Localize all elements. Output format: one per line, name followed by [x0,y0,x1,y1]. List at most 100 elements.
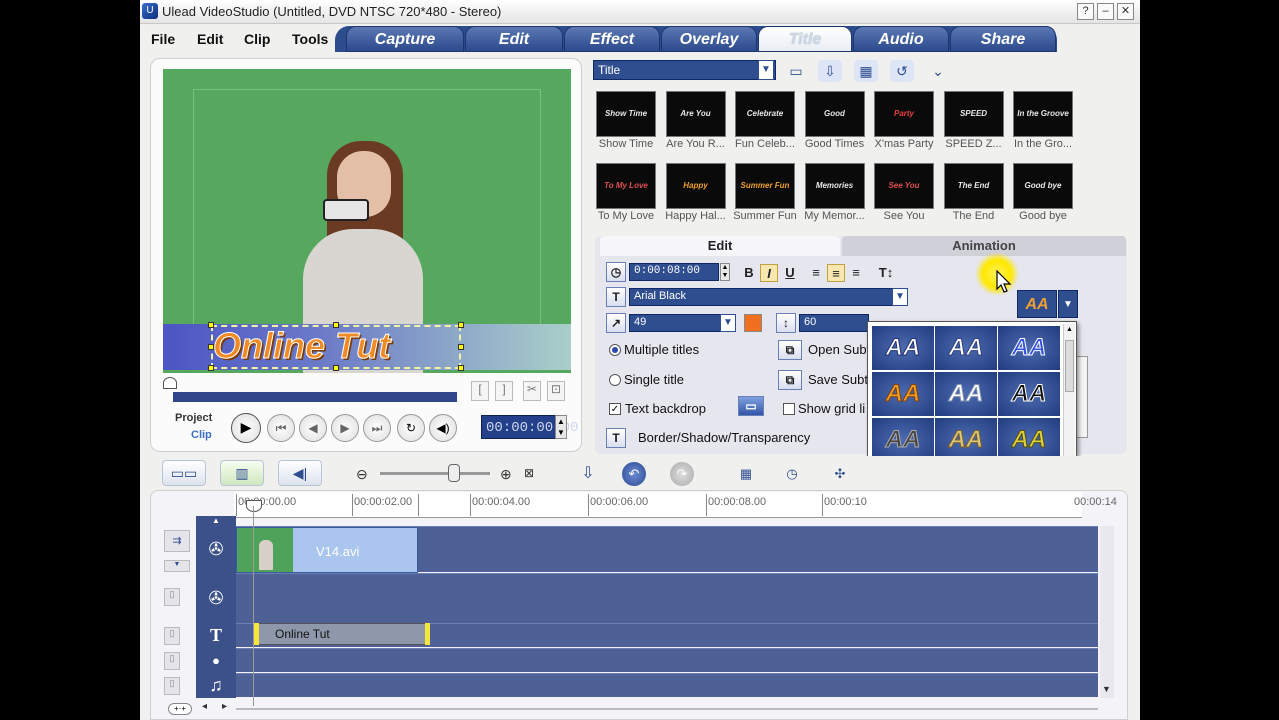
clip-trim-handle-left[interactable] [254,623,259,645]
title-preset-button[interactable]: AA [1017,290,1057,318]
italic-button[interactable]: I [760,264,778,282]
timeline-view-button[interactable]: ▥ [220,460,264,486]
voice-track[interactable] [196,648,1098,672]
step-audio[interactable]: Audio [853,26,949,52]
project-mode-label[interactable]: Project [175,412,212,424]
menu-file[interactable]: File [151,31,175,47]
title-thumbnail[interactable]: Are You Ready? [665,91,726,137]
scroll-up-icon[interactable]: ▲ [1065,326,1074,336]
undo-icon[interactable]: ↶ [622,462,646,486]
scroll-left-icon[interactable]: ◂ [202,701,207,712]
open-subtitle-icon[interactable]: ⧉ [778,340,802,360]
expand-library-icon[interactable]: ⌄ [926,60,950,82]
title-thumbnail[interactable]: Show Time [596,91,656,137]
line-spacing-select[interactable]: 60 [799,314,869,332]
title-selection-box[interactable] [211,325,461,369]
scroll-down-icon[interactable]: ▼ [1102,684,1111,694]
step-share[interactable]: Share [950,26,1056,52]
open-subtitle-label[interactable]: Open Subt [808,342,870,357]
zoom-slider-track[interactable] [380,472,490,475]
scrub-bar[interactable] [173,392,457,402]
playhead-marker[interactable] [246,500,262,512]
overlay-track[interactable] [196,573,1098,623]
scrub-start-marker[interactable] [163,377,177,389]
clip-mode-label[interactable]: Clip [191,429,212,441]
resize-handle[interactable] [458,322,464,328]
audio-view-button[interactable]: ◀| [278,460,322,486]
bold-button[interactable]: B [740,264,758,282]
title-thumbnail[interactable]: The End [943,163,1004,209]
track-manager-icon[interactable]: ▦ [734,462,758,486]
align-left-button[interactable]: ≡ [807,264,825,282]
title-thumbnail[interactable]: Good [804,91,865,137]
step-effect[interactable]: Effect [564,26,660,52]
music-track[interactable] [196,673,1098,697]
scrollbar-thumb[interactable] [1065,340,1074,392]
play-button[interactable]: ▶ [231,413,261,443]
title-thumbnail[interactable]: Memories [804,163,865,209]
menu-clip[interactable]: Clip [244,31,270,47]
save-subtitle-label[interactable]: Save Subt [808,372,868,387]
backdrop-settings-icon[interactable]: ▭ [738,396,764,416]
multiple-titles-radio[interactable] [609,344,621,356]
tab-edit[interactable]: Edit [600,236,840,256]
save-subtitle-icon[interactable]: ⧉ [778,370,802,390]
text-backdrop-checkbox[interactable]: ✓ [609,403,621,415]
chevron-down-icon[interactable]: ▼ [720,314,736,332]
library-manager-icon[interactable]: ▦ [854,60,878,82]
volume-button[interactable]: ◀) [429,414,457,442]
end-button[interactable]: ⏭ [363,414,391,442]
step-overlay[interactable]: Overlay [661,26,757,52]
close-button[interactable]: ✕ [1117,3,1134,20]
title-preset-option[interactable]: AA [935,372,997,416]
title-preset-option[interactable]: AA [998,372,1060,416]
zoom-in-icon[interactable]: ⊕ [500,466,512,483]
chevron-down-icon[interactable]: ▼ [758,60,774,80]
lock-icon[interactable]: ▯ [164,677,180,695]
title-thumbnail[interactable]: Summer Fun [735,163,795,209]
title-thumbnail[interactable]: To My Love [596,163,656,209]
duration-stepper[interactable]: ▲ ▼ [720,263,730,281]
cut-clip-button[interactable]: ✂ [523,381,541,401]
title-preset-option[interactable]: AA [872,372,934,416]
fit-project-icon[interactable]: ⊠ [524,466,534,480]
title-thumbnail[interactable]: Celebrate [735,91,795,137]
tab-animation[interactable]: Animation [842,236,1126,256]
help-button[interactable]: ? [1077,3,1094,20]
repeat-button[interactable]: ↻ [397,414,425,442]
font-size-select[interactable]: 49 [629,314,721,332]
track-manager-button[interactable]: ⇉ [164,530,190,552]
enlarge-preview-button[interactable]: ⊡ [547,381,565,401]
step-edit[interactable]: Edit [465,26,563,52]
title-thumbnail[interactable]: Good bye [1013,163,1073,209]
resize-handle[interactable] [333,322,339,328]
next-frame-button[interactable]: ▶ [331,414,359,442]
show-grid-checkbox[interactable] [783,403,795,415]
menu-edit[interactable]: Edit [197,31,223,47]
chapter-point-icon[interactable]: ◷ [780,462,804,486]
resize-handle[interactable] [458,365,464,371]
font-select[interactable]: Arial Black [629,288,893,306]
align-center-button[interactable]: ≡ [827,264,845,282]
lock-icon[interactable]: ▯ [164,588,180,606]
resize-handle[interactable] [333,365,339,371]
menu-tools[interactable]: Tools [292,31,328,47]
border-shadow-label[interactable]: Border/Shadow/Transparency [638,430,810,445]
refresh-icon[interactable]: ↺ [890,60,914,82]
chevron-down-icon[interactable]: ▼ [164,560,190,572]
single-title-radio[interactable] [609,374,621,386]
chevron-down-icon[interactable]: ▼ [1058,290,1078,318]
scroll-up-icon[interactable]: ▲ [196,516,236,526]
fit-timeline-button[interactable]: +·+ [168,703,192,715]
zoom-slider-knob[interactable] [448,464,460,482]
import-icon[interactable]: ⇩ [818,60,842,82]
mark-out-button[interactable]: ] [495,381,513,401]
folder-icon[interactable]: ▭ [784,60,808,82]
clip-trim-handle-right[interactable] [425,623,430,645]
timeline-vertical-scrollbar[interactable] [1100,526,1114,698]
storyboard-view-button[interactable]: ▭▭ [162,460,206,486]
text-color-swatch[interactable] [744,314,762,332]
redo-icon[interactable]: ↷ [670,462,694,486]
minimize-button[interactable]: – [1097,3,1114,20]
resize-handle[interactable] [208,365,214,371]
